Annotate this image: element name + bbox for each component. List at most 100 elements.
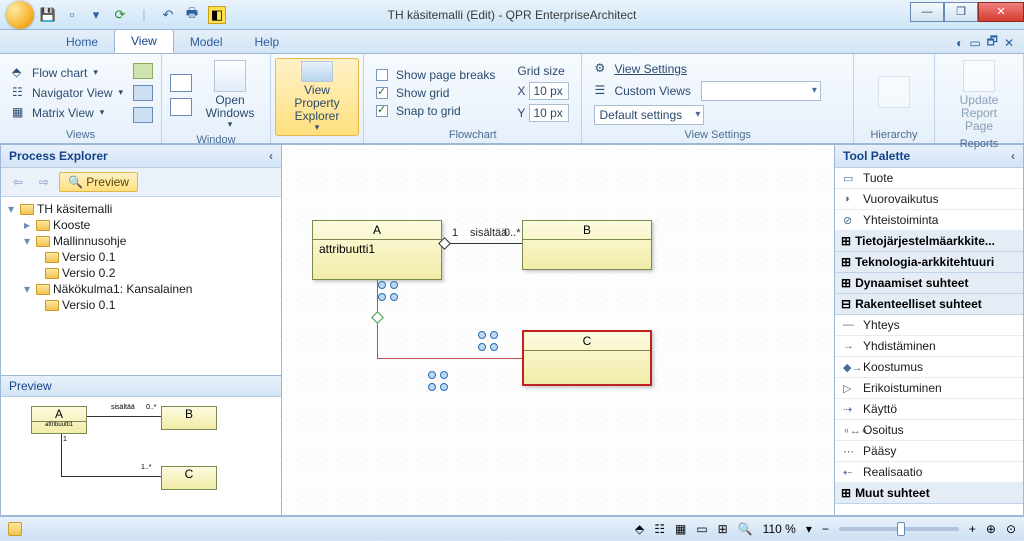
class-c[interactable]: C [522,330,652,386]
app-orb[interactable] [6,1,34,29]
show-grid-check[interactable]: Show grid [372,85,499,101]
process-explorer-header: Process Explorer‹ [1,145,281,168]
print-icon[interactable]: 🖶 [184,7,200,23]
new-icon[interactable]: ▫ [64,7,80,23]
grid-y-row: Y10 px [513,103,573,123]
open-windows-button[interactable]: Open Windows▾ [198,58,262,132]
palette-item[interactable]: —Yhteys [835,315,1023,336]
zoom-dropdown-icon[interactable]: ▾ [806,522,812,536]
status-db-icon[interactable] [8,522,22,536]
collapse-right-icon[interactable]: ‹ [1011,149,1015,163]
maximize-button[interactable]: ❐ [944,2,978,22]
preview-toggle-button[interactable]: 🔍 Preview [59,172,138,192]
status-icon[interactable]: 🔍 [738,522,753,536]
palette-group[interactable]: ⊞Tietojärjestelmäarkkite... [835,231,1023,252]
undo-icon[interactable]: ↶ [160,7,176,23]
palette-group[interactable]: ⊞Muut suhteet [835,483,1023,504]
status-bar: ⬘ ☷ ▦ ▭ ⊞ 🔍 110 % ▾ − + ⊕ ⊙ [0,516,1024,540]
midpoint-handle[interactable] [371,311,384,324]
title-bar: 💾 ▫ ▾ ⟳ | ↶ 🖶 ◧ TH käsitemalli (Edit) - … [0,0,1024,30]
save-icon[interactable]: 💾 [40,7,56,23]
view-icon-1[interactable] [133,63,153,79]
custom-views-combo[interactable] [701,81,821,101]
gear-icon: ⚙ [594,61,610,77]
diagram-canvas[interactable]: A attribuutti1 B C 1 sisältää 0..* [282,144,834,516]
group-reports: Update Report Page Reports [935,54,1024,143]
report-icon [963,60,995,92]
flowchart-view-button[interactable]: ⬘Flow chart▾ [8,64,127,82]
dropdown-icon[interactable]: ▾ [88,7,104,23]
palette-item[interactable]: ▷Erikoistuminen [835,378,1023,399]
process-explorer-panel: Process Explorer‹ ⇦ ⇨ 🔍 Preview ▾TH käsi… [0,144,282,516]
zoom-full-button[interactable]: ⊙ [1006,522,1016,536]
palette-item[interactable]: ⇢Käyttö [835,399,1023,420]
view-property-explorer-button[interactable]: View Property Explorer▾ [275,58,359,136]
palette-group[interactable]: ⊟Rakenteelliset suhteet [835,294,1023,315]
zoom-out-button[interactable]: − [822,522,829,536]
view-icon-2[interactable] [133,85,153,101]
palette-item[interactable]: ⊘Yhteistoiminta [835,210,1023,231]
grid-y-input[interactable]: 10 px [529,104,569,122]
show-page-breaks-check[interactable]: Show page breaks [372,67,499,83]
preview-pane: Preview Aattribuutti1 B C sisältää 0..* … [1,375,281,515]
class-a[interactable]: A attribuutti1 [312,220,442,280]
palette-item[interactable]: ∘↔∘Osoitus [835,420,1023,441]
custom-views-icon: ☰ [594,83,610,99]
tab-help[interactable]: Help [239,31,296,53]
highlight-icon[interactable]: ◧ [208,6,226,24]
view-settings-button[interactable]: ⚙View Settings [590,60,824,78]
palette-item[interactable]: ▭Tuote [835,168,1023,189]
group-views: ⬘Flow chart▾ ☷Navigator View▾ ▦Matrix Vi… [0,54,162,143]
palette-list[interactable]: ▭Tuote ◑Vuorovaikutus ⊘Yhteistoiminta ⊞T… [835,168,1023,515]
window-icon-2[interactable] [170,98,192,116]
zoom-in-button[interactable]: + [969,522,976,536]
status-icon[interactable]: ▦ [675,522,686,536]
zoom-slider[interactable] [839,527,959,531]
class-b[interactable]: B [522,220,652,270]
status-icon[interactable]: ☷ [654,522,665,536]
palette-item[interactable]: ⇠Realisaatio [835,462,1023,483]
grid-size-label: Grid size [513,63,573,79]
zoom-value: 110 % [763,522,796,536]
tab-model[interactable]: Model [174,31,239,53]
group-view-property: View Property Explorer▾ [271,54,364,143]
forward-button[interactable]: ⇨ [33,172,55,192]
refresh-icon[interactable]: ⟳ [112,7,128,23]
grid-x-row: X10 px [513,81,573,101]
matrix-view-button[interactable]: ▦Matrix View▾ [8,104,127,122]
minimize-ribbon-icon[interactable]: ▭ [969,36,980,50]
back-button[interactable]: ⇦ [7,172,29,192]
tab-view[interactable]: View [114,29,174,53]
navigator-view-button[interactable]: ☷Navigator View▾ [8,84,127,102]
snap-grid-check[interactable]: Snap to grid [372,103,499,119]
collapse-left-icon[interactable]: ‹ [269,149,273,163]
minimize-button[interactable]: — [910,2,944,22]
ribbon-tabs: Home View Model Help ◐ ▭ 🗗 ✕ [0,30,1024,54]
zoom-fit-button[interactable]: ⊕ [986,522,996,536]
grid-x-input[interactable]: 10 px [529,82,569,100]
palette-item[interactable]: ◆→Koostumus [835,357,1023,378]
custom-views-button[interactable]: ☰Custom Views [590,80,824,102]
window-icon-1[interactable] [170,74,192,92]
close-button[interactable]: ✕ [978,2,1024,22]
status-icon[interactable]: ⊞ [718,522,728,536]
hierarchy-button[interactable] [862,58,926,127]
hierarchy-icon [878,76,910,108]
default-settings-combo[interactable]: Default settings [594,105,704,125]
view-icon-3[interactable] [133,107,153,123]
palette-group[interactable]: ⊞Dynaamiset suhteet [835,273,1023,294]
palette-group[interactable]: ⊞Teknologia-arkkitehtuuri [835,252,1023,273]
restore-icon[interactable]: 🗗 [987,32,998,53]
navigator-icon: ☷ [12,85,28,101]
model-tree[interactable]: ▾TH käsitemalli ▸Kooste ▾Mallinnusohje V… [1,196,281,375]
update-report-button[interactable]: Update Report Page [943,58,1015,136]
status-icon[interactable]: ⬘ [635,522,644,536]
palette-item[interactable]: ⋯Pääsy [835,441,1023,462]
tool-palette-panel: Tool Palette‹ ▭Tuote ◑Vuorovaikutus ⊘Yht… [834,144,1024,516]
palette-item[interactable]: →Yhdistäminen [835,336,1023,357]
close-doc-icon[interactable]: ✕ [1004,36,1014,50]
help-icon[interactable]: ◐ [956,36,963,50]
palette-item[interactable]: ◑Vuorovaikutus [835,189,1023,210]
tab-home[interactable]: Home [50,31,114,53]
status-icon[interactable]: ▭ [696,522,707,536]
